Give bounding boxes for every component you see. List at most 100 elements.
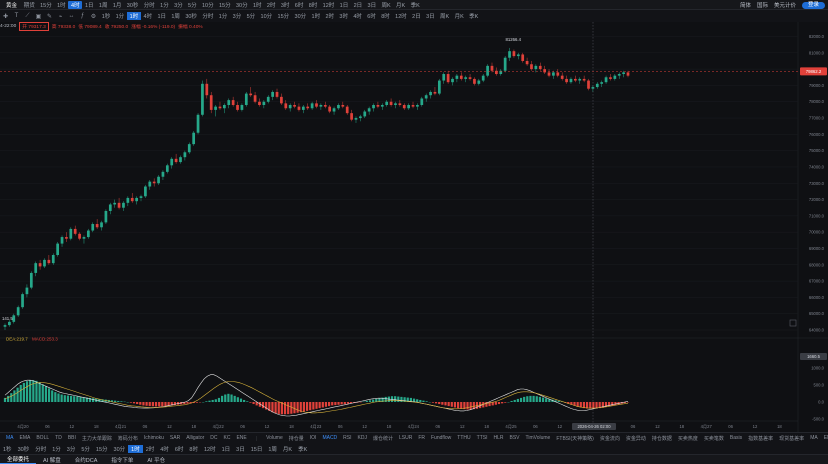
bottom-timeframe-4[interactable]: 3分 — [64, 445, 79, 453]
main-indicator-5[interactable]: 主力大单跟踪 — [79, 435, 115, 442]
candle-body — [47, 259, 51, 264]
bottom-timeframe-18[interactable]: 月K — [280, 445, 295, 453]
candle-body — [420, 98, 424, 105]
bottom-timeframe-14[interactable]: 1日 — [219, 445, 234, 453]
main-indicator-0[interactable]: MA — [3, 435, 17, 442]
macd-bar — [252, 402, 255, 405]
sub-indicator-19[interactable]: 买卖热度 — [675, 435, 701, 442]
main-indicator-3[interactable]: TD — [52, 435, 65, 442]
candle-body — [29, 272, 33, 288]
bottom-timeframe-12[interactable]: 8时 — [186, 445, 201, 453]
macd-bar — [447, 402, 450, 407]
main-indicator-4[interactable]: BBI — [65, 435, 79, 442]
bottom-timeframe-8[interactable]: 1时 — [128, 445, 143, 453]
footer-tab-0[interactable]: 全部委托 — [0, 455, 37, 464]
sub-indicator-2[interactable]: IOI — [307, 435, 320, 442]
candle-body — [293, 105, 296, 107]
sub-indicator-9[interactable]: Fundflow — [428, 435, 454, 442]
bottom-timeframe-2[interactable]: 分时 — [32, 445, 49, 453]
sub-indicator-24[interactable]: MA — [807, 435, 821, 442]
main-indicator-6[interactable]: 筹码分布 — [115, 435, 141, 442]
candle-body — [516, 54, 520, 57]
sub-indicator-4[interactable]: RSI — [340, 435, 354, 442]
macd-bar — [47, 388, 51, 402]
bottom-timeframe-19[interactable]: 季K — [295, 445, 310, 453]
bottom-timeframe-11[interactable]: 6时 — [172, 445, 187, 453]
sub-indicator-21[interactable]: Basis — [727, 435, 745, 442]
bottom-timeframe-13[interactable]: 12时 — [201, 445, 219, 453]
macd-bar — [589, 402, 592, 409]
bottom-timeframe-7[interactable]: 30分 — [111, 445, 129, 453]
main-indicator-8[interactable]: SAR — [167, 435, 183, 442]
sub-indicator-11[interactable]: TTSI — [474, 435, 491, 442]
macd-bar — [205, 401, 208, 402]
sub-indicator-22[interactable]: 指数基差率 — [745, 435, 776, 442]
sub-indicator-0[interactable]: Volume — [263, 435, 286, 442]
bottom-timeframe-15[interactable]: 3日 — [233, 445, 248, 453]
time-tick-0: 4月20 — [17, 424, 29, 430]
sub-indicator-3[interactable]: MACD — [319, 435, 340, 442]
sub-indicator-18[interactable]: 持仓数据 — [649, 435, 675, 442]
macd-bar — [368, 400, 372, 402]
macd-bar — [438, 402, 441, 405]
sub-indicator-14[interactable]: TimVolume — [523, 435, 554, 442]
candle-body — [613, 75, 617, 79]
macd-bar — [35, 380, 38, 402]
bottom-timeframe-10[interactable]: 4时 — [157, 445, 172, 453]
macd-bar — [117, 400, 120, 402]
main-indicator-12[interactable]: ENE — [233, 435, 249, 442]
sub-indicator-1[interactable]: 持仓量 — [286, 435, 307, 442]
bottom-timeframe-9[interactable]: 2时 — [143, 445, 158, 453]
candle-body — [12, 315, 16, 322]
main-indicator-9[interactable]: Alligator — [183, 435, 207, 442]
price-tick-4: 78000.0 — [809, 99, 825, 104]
main-indicator-2[interactable]: BOLL — [33, 435, 52, 442]
sub-indicator-10[interactable]: TTHU — [454, 435, 473, 442]
candlestick-chart[interactable]: 82000.081000.080000.079000.078000.077000… — [0, 0, 828, 432]
macd-bar — [501, 402, 504, 404]
macd-bar — [236, 397, 239, 402]
sub-indicator-8[interactable]: FR — [415, 435, 428, 442]
sub-indicator-15[interactable]: FTBSI(天神策略) — [553, 435, 597, 442]
candle-body — [503, 57, 507, 71]
bottom-timeframe-1[interactable]: 30秒 — [15, 445, 33, 453]
sub-indicator-7[interactable]: LSUR — [396, 435, 415, 442]
bottom-timeframe-17[interactable]: 1周 — [265, 445, 280, 453]
macd-bar — [29, 380, 32, 402]
bottom-timeframe-5[interactable]: 5分 — [78, 445, 93, 453]
main-indicator-1[interactable]: EMA — [17, 435, 34, 442]
macd-bar — [54, 392, 57, 402]
candle-body — [446, 74, 450, 83]
sub-indicator-12[interactable]: HLR — [490, 435, 506, 442]
footer-tab-1[interactable]: AI 解盘 — [36, 456, 68, 464]
main-indicator-11[interactable]: KC — [221, 435, 234, 442]
main-indicator-10[interactable]: DC — [207, 435, 220, 442]
bottom-timeframe-0[interactable]: 1秒 — [0, 445, 15, 453]
footer-tab-3[interactable]: 指令下单 — [104, 456, 140, 464]
macd-bar — [346, 402, 350, 404]
candle-body — [223, 105, 226, 109]
sub-indicator-6[interactable]: 爆仓统计 — [370, 435, 396, 442]
bottom-timeframe-6[interactable]: 15分 — [93, 445, 111, 453]
candle-body — [315, 103, 318, 107]
candle-body — [214, 106, 217, 110]
footer-tab-4[interactable]: AI 平仓 — [140, 456, 172, 464]
sub-indicator-25[interactable]: EMA — [821, 435, 828, 442]
sub-indicator-5[interactable]: KDJ — [355, 435, 370, 442]
macd-bar — [434, 402, 438, 404]
sub-indicator-13[interactable]: BSV — [507, 435, 523, 442]
sub-indicator-17[interactable]: 资金异动 — [623, 435, 649, 442]
main-indicator-7[interactable]: Ichimoku — [141, 435, 167, 442]
macd-bar — [595, 402, 598, 409]
sub-indicator-23[interactable]: 现货基差率 — [776, 435, 807, 442]
bottom-timeframe-16[interactable]: 15日 — [248, 445, 266, 453]
candle-body — [402, 105, 406, 109]
sub-indicator-20[interactable]: 买卖笔数 — [701, 435, 727, 442]
macd-bar — [453, 402, 457, 408]
bottom-timeframe-3[interactable]: 1分 — [49, 445, 64, 453]
footer-tab-2[interactable]: 合约DCA — [68, 456, 105, 464]
macd-bar — [208, 400, 211, 402]
candle-body — [359, 116, 362, 119]
sub-indicator-16[interactable]: 资金流向 — [597, 435, 623, 442]
candle-body — [135, 197, 138, 202]
